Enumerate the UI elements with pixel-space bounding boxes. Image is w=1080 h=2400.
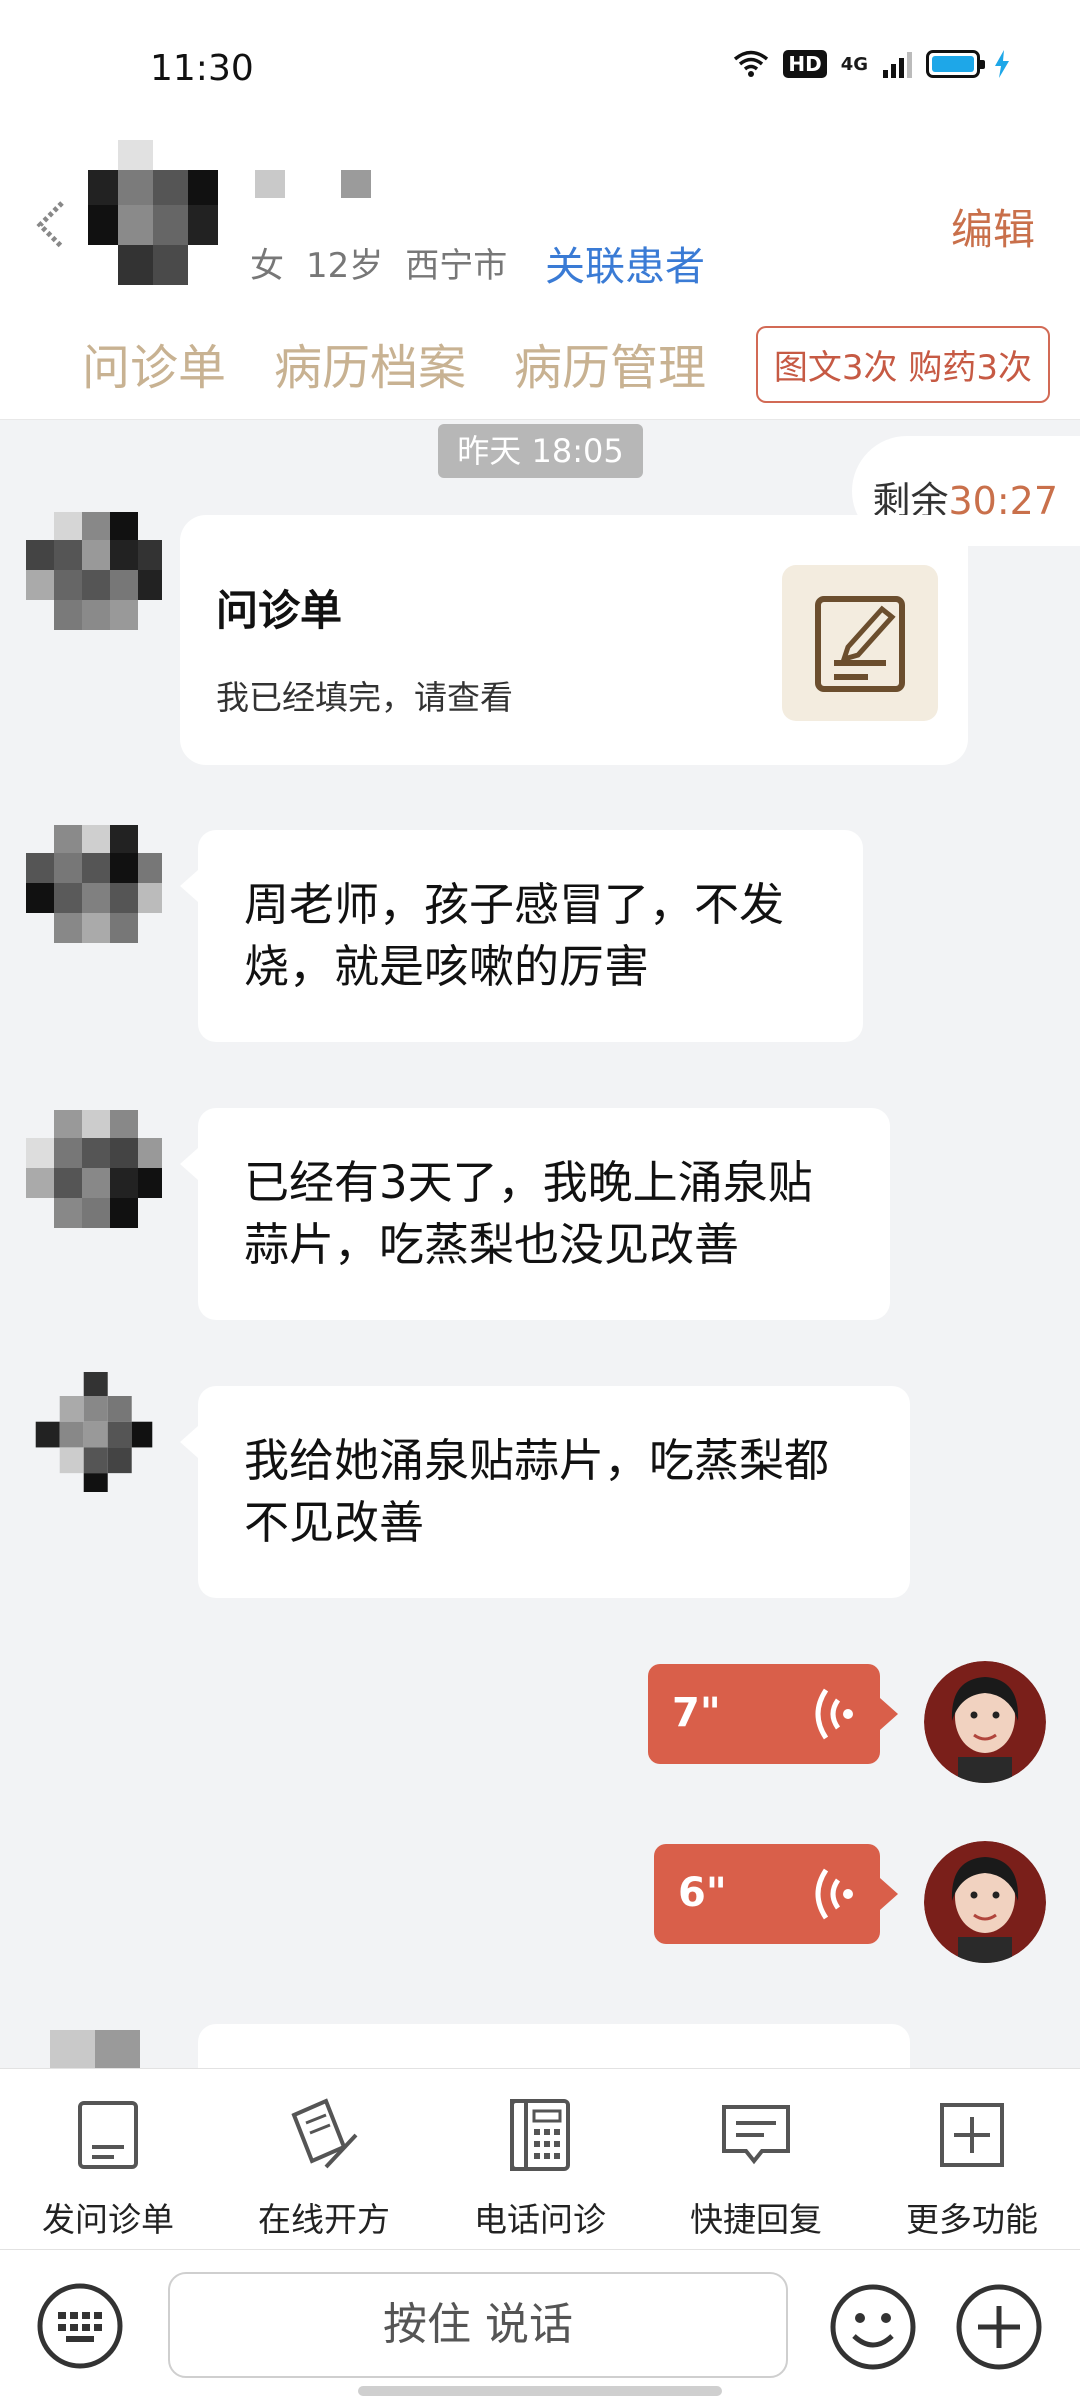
hd-badge: HD xyxy=(783,50,827,78)
tool-phone-consult[interactable]: 电话问诊 xyxy=(432,2069,648,2251)
voice-message[interactable]: 6" xyxy=(654,1844,898,1944)
form-edit-icon xyxy=(782,565,938,721)
chat-timestamp: 昨天 18:05 xyxy=(438,424,643,478)
back-arrow-icon[interactable] xyxy=(30,195,70,255)
hold-to-talk-button[interactable]: 按住 说话 xyxy=(168,2272,788,2378)
tool-label: 发问诊单 xyxy=(42,2200,174,2239)
sender-avatar[interactable] xyxy=(24,1372,164,1492)
quick-tools-bar: 发问诊单 在线开方 电话问诊 快捷回复 更多功能 xyxy=(0,2068,1080,2250)
voice-message[interactable]: 7" xyxy=(648,1664,898,1764)
input-bar: 按住 说话 xyxy=(0,2250,1080,2400)
tool-label: 更多功能 xyxy=(906,2200,1038,2239)
patient-age: 12岁 xyxy=(306,246,384,286)
voice-wave-icon xyxy=(815,1868,853,1920)
remaining-countdown: 30:27 xyxy=(948,479,1058,523)
status-bar: 11:30 HD 4G xyxy=(0,0,1080,130)
patient-info: 女 12岁 西宁市 xyxy=(250,238,529,287)
card-title: 问诊单 xyxy=(216,586,343,635)
plus-square-icon xyxy=(940,2103,1004,2167)
link-patient-button[interactable]: 关联患者 xyxy=(545,234,705,292)
home-indicator[interactable] xyxy=(358,2386,722,2396)
message-bubble[interactable]: 我给她涌泉贴蒜片，吃蒸梨都不见改善 xyxy=(180,1386,910,1598)
status-icons: HD 4G xyxy=(733,50,1010,78)
tool-send-form[interactable]: 发问诊单 xyxy=(0,2069,216,2251)
message-bubble[interactable]: 已经有3天了，我晚上涌泉贴蒜片，吃蒸梨也没见改善 xyxy=(180,1108,890,1320)
doctor-avatar[interactable] xyxy=(924,1841,1046,1963)
header-tabs: 问诊单 病历档案 病历管理 xyxy=(82,328,706,398)
tool-quick-reply[interactable]: 快捷回复 xyxy=(648,2069,864,2251)
signal-icon xyxy=(883,52,912,78)
chat-header: 女 12岁 西宁市 关联患者 编辑 问诊单 病历档案 病历管理 图文3次 购药3次 xyxy=(0,130,1080,420)
wifi-icon xyxy=(734,50,769,77)
voice-duration: 7" xyxy=(672,1690,721,1736)
form-icon xyxy=(78,2101,138,2169)
tool-label: 在线开方 xyxy=(258,2200,390,2239)
network-type: 4G xyxy=(840,53,868,75)
tool-label: 电话问诊 xyxy=(474,2200,606,2239)
sender-avatar[interactable] xyxy=(24,825,164,945)
status-time: 11:30 xyxy=(150,48,254,89)
voice-duration: 6" xyxy=(678,1870,727,1916)
sender-avatar[interactable] xyxy=(50,2030,140,2068)
tool-label: 快捷回复 xyxy=(690,2200,822,2239)
message-bubble[interactable]: 周老师，孩子感冒了，不发烧，就是咳嗽的厉害 xyxy=(180,830,863,1042)
voice-wave-icon xyxy=(815,1688,853,1740)
edit-button[interactable]: 编辑 xyxy=(951,196,1035,257)
battery-icon xyxy=(926,50,985,78)
message-bubble-partial xyxy=(198,2024,910,2068)
sender-avatar[interactable] xyxy=(24,1110,164,1230)
patient-gender: 女 xyxy=(250,246,284,286)
charging-icon xyxy=(995,50,1009,78)
sender-avatar[interactable] xyxy=(24,512,164,632)
quick-reply-icon xyxy=(722,2105,790,2165)
patient-city: 西宁市 xyxy=(405,246,508,286)
add-icon[interactable] xyxy=(954,2282,1044,2372)
card-subtitle: 我已经填完，请查看 xyxy=(216,678,513,717)
tool-online-prescription[interactable]: 在线开方 xyxy=(216,2069,432,2251)
phone-icon xyxy=(510,2099,570,2171)
emoji-icon[interactable] xyxy=(828,2282,918,2372)
tab-record-management[interactable]: 病历管理 xyxy=(514,328,706,398)
consultation-form-card[interactable]: 问诊单 我已经填完，请查看 xyxy=(180,515,968,765)
patient-avatar[interactable] xyxy=(78,140,228,290)
tool-more-functions[interactable]: 更多功能 xyxy=(864,2069,1080,2251)
doctor-avatar[interactable] xyxy=(924,1661,1046,1783)
prescription-icon xyxy=(291,2098,358,2169)
keyboard-icon[interactable] xyxy=(36,2282,124,2370)
quota-badge: 图文3次 购药3次 xyxy=(755,326,1050,403)
tab-medical-records[interactable]: 病历档案 xyxy=(274,328,466,398)
tab-consultation-form[interactable]: 问诊单 xyxy=(82,328,226,398)
patient-name-masked xyxy=(255,170,371,198)
